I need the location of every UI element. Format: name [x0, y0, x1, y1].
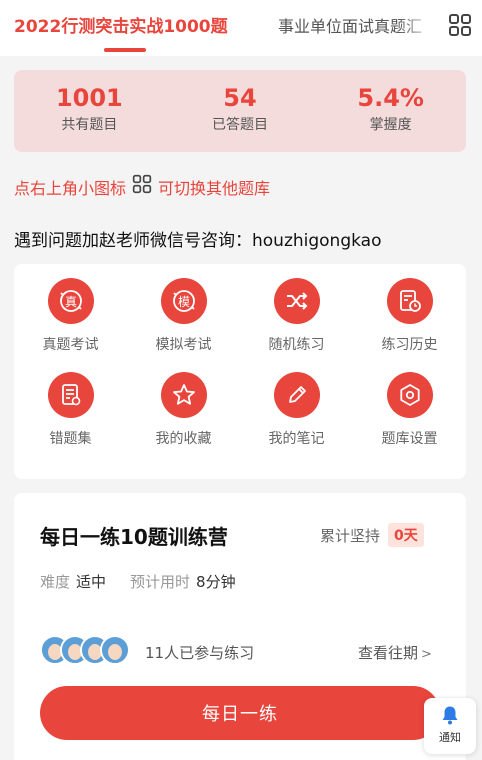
daily-practice-card: 每日一练10题训练营 累计坚持 0天 难度 适中 预计用时 8分钟 11人已参与练习 … [14, 493, 466, 760]
feature-random-practice[interactable]: 随机练习 [240, 278, 353, 372]
mock-exam-icon: 模 [160, 278, 207, 324]
contact-info: 遇到问题加赵老师微信号咨询：houzhigongkao [14, 231, 382, 251]
feature-mock-exam[interactable]: 模 模拟考试 [127, 278, 240, 372]
feature-practice-history[interactable]: 练习历史 [353, 278, 466, 372]
stat-answered-label: 已答题目 [212, 117, 268, 133]
tab-2022-exam[interactable]: 2022行测突击实战1000题 [14, 12, 228, 37]
mini-grid-icon [132, 174, 152, 194]
view-history-link[interactable]: 查看往期 > [358, 642, 432, 663]
shuffle-icon [273, 278, 320, 324]
bell-icon [442, 706, 458, 725]
view-history-label: 查看往期 [358, 644, 419, 662]
real-exam-icon: 真 [47, 278, 94, 324]
camp-title: 每日一练10题训练营 [40, 525, 228, 549]
participant-avatars [40, 635, 130, 665]
notification-button[interactable]: 通知 [424, 698, 476, 754]
feature-label: 真题考试 [42, 337, 99, 353]
top-tab-bar: 2022行测突击实战1000题 事业单位面试真题汇 [0, 0, 482, 56]
stat-total-value: 1001 [55, 84, 123, 112]
feature-label: 我的笔记 [268, 431, 325, 447]
notification-label: 通知 [439, 731, 461, 744]
svg-text:模: 模 [177, 295, 189, 309]
difficulty-value: 适中 [76, 573, 107, 591]
camp-meta: 难度 适中 预计用时 8分钟 [40, 571, 260, 592]
feature-favorites[interactable]: 我的收藏 [127, 372, 240, 466]
feature-notes[interactable]: 我的笔记 [240, 372, 353, 466]
star-icon [160, 372, 207, 418]
history-icon [386, 278, 433, 324]
feature-label: 练习历史 [381, 337, 438, 353]
stat-mastery: 5.4% 掌握度 [315, 70, 466, 152]
streak-badge: 0天 [388, 523, 424, 547]
feature-label: 错题集 [49, 431, 92, 447]
stat-answered: 54 已答题目 [165, 70, 316, 152]
streak-label: 累计坚持 [320, 526, 381, 545]
stats-panel: 1001 共有题目 54 已答题目 5.4% 掌握度 [14, 70, 466, 152]
svg-text:真: 真 [64, 295, 76, 309]
feature-bank-settings[interactable]: 题库设置 [353, 372, 466, 466]
stat-total: 1001 共有题目 [14, 70, 165, 152]
active-tab-indicator [104, 48, 146, 52]
settings-icon [386, 372, 433, 418]
switch-bank-hint: 点右上角小图标 可切换其他题库 [14, 174, 270, 200]
pencil-icon [273, 372, 320, 418]
stat-mastery-label: 掌握度 [369, 117, 412, 133]
stat-mastery-value: 5.4% [357, 84, 424, 112]
switch-bank-grid-icon[interactable] [448, 13, 472, 37]
difficulty-label: 难度 [40, 573, 71, 591]
streak: 累计坚持 0天 [320, 523, 424, 547]
feature-label: 题库设置 [381, 431, 438, 447]
stat-total-label: 共有题目 [61, 117, 118, 133]
time-label: 预计用时 [130, 573, 191, 591]
chevron-right-icon: > [421, 647, 432, 662]
participants-count: 11人已参与练习 [145, 644, 255, 662]
tab-public-institution[interactable]: 事业单位面试真题汇 [278, 13, 438, 37]
feature-label: 我的收藏 [155, 431, 212, 447]
time-value: 8分钟 [196, 573, 236, 591]
feature-label: 随机练习 [268, 337, 325, 353]
hint-text-before: 点右上角小图标 [14, 179, 127, 198]
avatar [100, 635, 130, 665]
feature-wrong-questions[interactable]: 错题集 [14, 372, 127, 466]
feature-panel: 真 真题考试 模 模拟考试 随机练习 练习历史 错题集 我的收藏 我的笔记 题库… [14, 264, 466, 479]
hint-text-after: 可切换其他题库 [158, 179, 271, 198]
daily-practice-button[interactable]: 每日一练 [40, 686, 440, 740]
feature-label: 模拟考试 [155, 337, 212, 353]
wrong-questions-icon [47, 372, 94, 418]
feature-real-exam[interactable]: 真 真题考试 [14, 278, 127, 372]
stat-answered-value: 54 [223, 84, 257, 112]
